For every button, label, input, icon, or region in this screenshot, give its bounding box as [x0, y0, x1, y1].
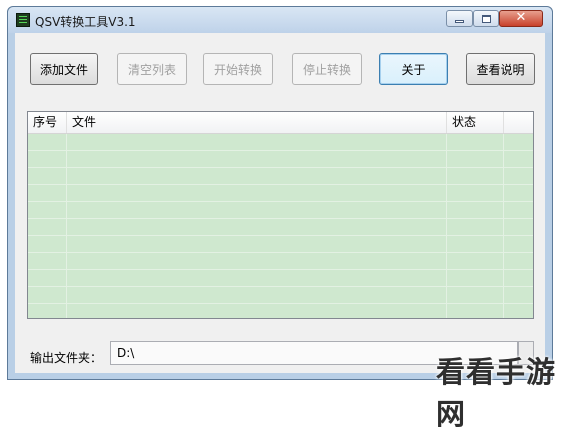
start-convert-button[interactable]: 开始转换 [203, 53, 273, 85]
minimize-icon [455, 20, 464, 23]
column-header-file[interactable]: 文件 [67, 112, 447, 133]
watermark-logo: 看看手游网 [436, 355, 557, 431]
maximize-icon [482, 15, 491, 23]
file-list-header: 序号 文件 状态 [28, 112, 533, 134]
file-list-rows [28, 134, 533, 318]
close-icon: ✕ [515, 10, 527, 25]
app-window: QSV转换工具V3.1 ✕ 添加文件 清空列表 开始转换 停止转换 关于 查看说… [7, 6, 553, 380]
view-help-button[interactable]: 查看说明 [466, 53, 535, 85]
client-area: 添加文件 清空列表 开始转换 停止转换 关于 查看说明 序号 文件 状态 输出文… [15, 33, 545, 373]
window-title: QSV转换工具V3.1 [35, 15, 136, 29]
close-button[interactable]: ✕ [499, 10, 543, 27]
column-header-extra[interactable] [504, 112, 533, 133]
about-button[interactable]: 关于 [379, 53, 448, 85]
file-list[interactable]: 序号 文件 状态 [27, 111, 534, 319]
maximize-button[interactable] [473, 10, 499, 27]
output-folder-label: 输出文件夹： [30, 351, 103, 365]
title-bar[interactable]: QSV转换工具V3.1 ✕ [8, 7, 552, 33]
column-header-index[interactable]: 序号 [28, 112, 67, 133]
clear-list-button[interactable]: 清空列表 [117, 53, 187, 85]
stop-convert-button[interactable]: 停止转换 [292, 53, 362, 85]
column-divider [66, 134, 67, 318]
column-header-status[interactable]: 状态 [447, 112, 504, 133]
column-divider [503, 134, 504, 318]
column-divider [446, 134, 447, 318]
minimize-button[interactable] [446, 10, 473, 27]
app-icon [16, 13, 30, 27]
add-files-button[interactable]: 添加文件 [30, 53, 98, 85]
